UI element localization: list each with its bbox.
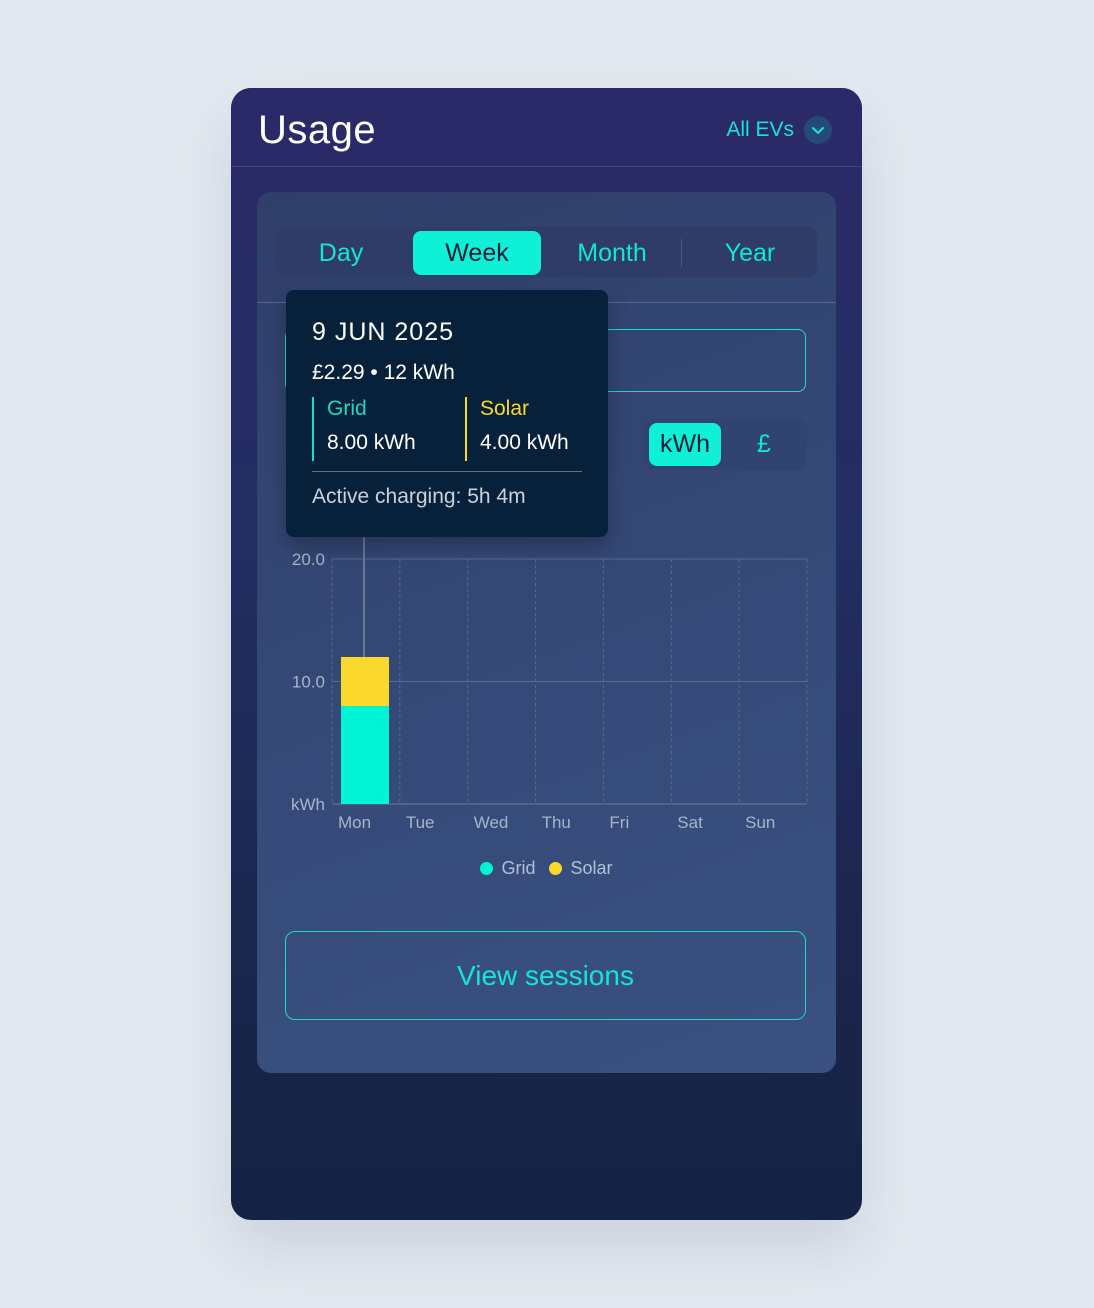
period-tabs: Day Week Month Year xyxy=(275,227,817,277)
tooltip-grid-column: Grid 8.00 kWh xyxy=(312,397,416,461)
tooltip-solar-column: Solar 4.00 kWh xyxy=(465,397,569,461)
grid-dot-icon xyxy=(480,862,494,875)
legend-item-grid: Grid xyxy=(480,858,535,879)
ev-filter-dropdown[interactable]: All EVs xyxy=(726,116,832,144)
view-sessions-button[interactable]: View sessions xyxy=(285,931,806,1020)
legend-label-grid: Grid xyxy=(501,858,536,878)
solar-dot-icon xyxy=(549,862,563,875)
unit-toggle: kWh £ xyxy=(645,419,807,470)
tooltip-solar-value: 4.00 kWh xyxy=(480,431,569,454)
app-header: Usage All EVs xyxy=(231,88,862,167)
tooltip-summary: £2.29 • 12 kWh xyxy=(312,361,455,384)
chart-legend: Grid Solar xyxy=(257,858,836,879)
x-tick-label: Fri xyxy=(609,813,629,832)
x-tick-label: Sun xyxy=(745,813,775,832)
y-tick-label: 10.0 xyxy=(292,673,325,692)
tooltip-solar-label: Solar xyxy=(480,397,530,420)
tooltip-active-charging: Active charging: 5h 4m xyxy=(312,485,526,508)
x-tick-label: Tue xyxy=(406,813,435,832)
bar-grid-mon xyxy=(341,706,389,804)
legend-label-solar: Solar xyxy=(570,858,613,878)
chart-tooltip: 9 JUN 2025 £2.29 • 12 kWh Grid 8.00 kWh … xyxy=(286,290,608,537)
x-tick-label: Wed xyxy=(474,813,509,832)
x-tick-label: Mon xyxy=(338,813,371,832)
unit-pound-button[interactable]: £ xyxy=(725,423,803,466)
chevron-down-icon xyxy=(804,116,832,144)
bar-solar-mon xyxy=(341,657,389,706)
tab-day[interactable]: Day xyxy=(275,231,407,275)
legend-item-solar: Solar xyxy=(549,858,613,879)
tooltip-divider xyxy=(312,471,582,472)
page-title: Usage xyxy=(258,108,377,152)
tab-year[interactable]: Year xyxy=(683,231,817,275)
usage-chart[interactable]: 20.0 10.0 kWh Mon Tue Wed Thu Fri Sat Sun xyxy=(257,532,836,842)
usage-screen: Usage All EVs Day Week Month Year 25 kWh… xyxy=(231,88,862,1220)
ev-filter-label: All EVs xyxy=(726,118,794,141)
tooltip-date: 9 JUN 2025 xyxy=(312,318,455,346)
tooltip-grid-value: 8.00 kWh xyxy=(327,431,416,454)
y-tick-label: 20.0 xyxy=(292,550,325,569)
tooltip-grid-label: Grid xyxy=(327,397,367,420)
tab-week[interactable]: Week xyxy=(413,231,541,275)
x-tick-label: Sat xyxy=(677,813,703,832)
tab-month[interactable]: Month xyxy=(545,231,679,275)
y-axis-unit-label: kWh xyxy=(291,795,325,814)
unit-kwh-button[interactable]: kWh xyxy=(649,423,721,466)
tab-divider xyxy=(681,239,682,267)
x-tick-label: Thu xyxy=(542,813,571,832)
